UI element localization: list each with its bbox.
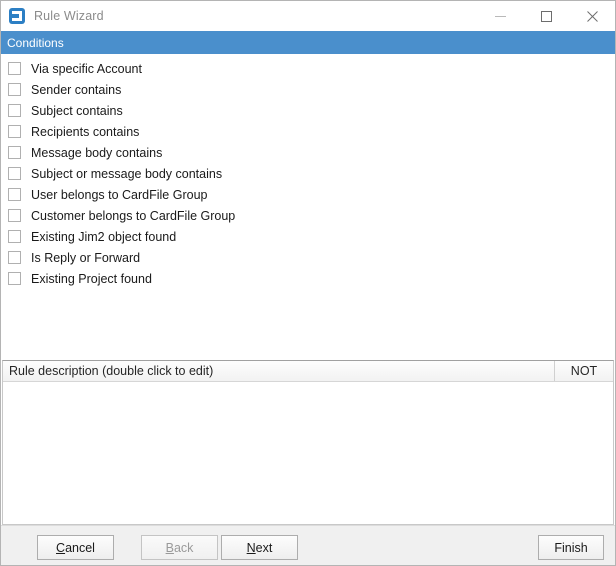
window-controls	[477, 1, 615, 31]
footer-button-bar: Cancel Back Next Finish	[1, 525, 615, 565]
condition-row[interactable]: Is Reply or Forward	[1, 247, 615, 268]
condition-checkbox[interactable]	[8, 230, 21, 243]
rule-description-header: Rule description (double click to edit) …	[3, 361, 613, 382]
rule-description-column-header[interactable]: Rule description (double click to edit)	[3, 361, 555, 381]
condition-checkbox[interactable]	[8, 251, 21, 264]
condition-row[interactable]: Customer belongs to CardFile Group	[1, 205, 615, 226]
condition-checkbox[interactable]	[8, 146, 21, 159]
condition-checkbox[interactable]	[8, 83, 21, 96]
conditions-header-label: Conditions	[7, 35, 64, 50]
condition-label: Sender contains	[31, 82, 122, 97]
rule-wizard-window: Rule Wizard Conditions Via specific Acco…	[0, 0, 616, 566]
condition-row[interactable]: Subject or message body contains	[1, 163, 615, 184]
condition-row[interactable]: Subject contains	[1, 100, 615, 121]
title-bar: Rule Wizard	[1, 1, 615, 31]
back-button: Back	[141, 535, 218, 560]
next-button[interactable]: Next	[221, 535, 298, 560]
condition-row[interactable]: Existing Jim2 object found	[1, 226, 615, 247]
rule-description-body[interactable]	[3, 382, 613, 524]
finish-button[interactable]: Finish	[538, 535, 604, 560]
condition-label: Subject contains	[31, 103, 123, 118]
minimize-button[interactable]	[477, 1, 523, 31]
condition-checkbox[interactable]	[8, 188, 21, 201]
condition-checkbox[interactable]	[8, 209, 21, 222]
condition-label: Message body contains	[31, 145, 163, 160]
window-title: Rule Wizard	[34, 9, 104, 23]
not-column-header[interactable]: NOT	[555, 361, 613, 381]
maximize-button[interactable]	[523, 1, 569, 31]
condition-checkbox[interactable]	[8, 125, 21, 138]
condition-row[interactable]: Recipients contains	[1, 121, 615, 142]
condition-row[interactable]: Via specific Account	[1, 58, 615, 79]
condition-label: User belongs to CardFile Group	[31, 187, 208, 202]
condition-checkbox[interactable]	[8, 62, 21, 75]
condition-label: Is Reply or Forward	[31, 250, 141, 265]
app-icon	[9, 8, 25, 24]
condition-row[interactable]: Existing Project found	[1, 268, 615, 289]
condition-label: Subject or message body contains	[31, 166, 223, 181]
condition-row[interactable]: Sender contains	[1, 79, 615, 100]
condition-label: Recipients contains	[31, 124, 140, 139]
conditions-header: Conditions	[1, 31, 615, 54]
condition-label: Existing Jim2 object found	[31, 229, 177, 244]
condition-label: Customer belongs to CardFile Group	[31, 208, 236, 223]
condition-checkbox[interactable]	[8, 272, 21, 285]
rule-description-panel: Rule description (double click to edit) …	[2, 360, 614, 525]
condition-label: Via specific Account	[31, 61, 142, 76]
condition-checkbox[interactable]	[8, 167, 21, 180]
condition-row[interactable]: User belongs to CardFile Group	[1, 184, 615, 205]
condition-checkbox[interactable]	[8, 104, 21, 117]
condition-label: Existing Project found	[31, 271, 152, 286]
condition-row[interactable]: Message body contains	[1, 142, 615, 163]
close-button[interactable]	[569, 1, 615, 31]
conditions-list[interactable]: Via specific Account Sender contains Subje…	[1, 54, 615, 360]
cancel-button[interactable]: Cancel	[37, 535, 114, 560]
